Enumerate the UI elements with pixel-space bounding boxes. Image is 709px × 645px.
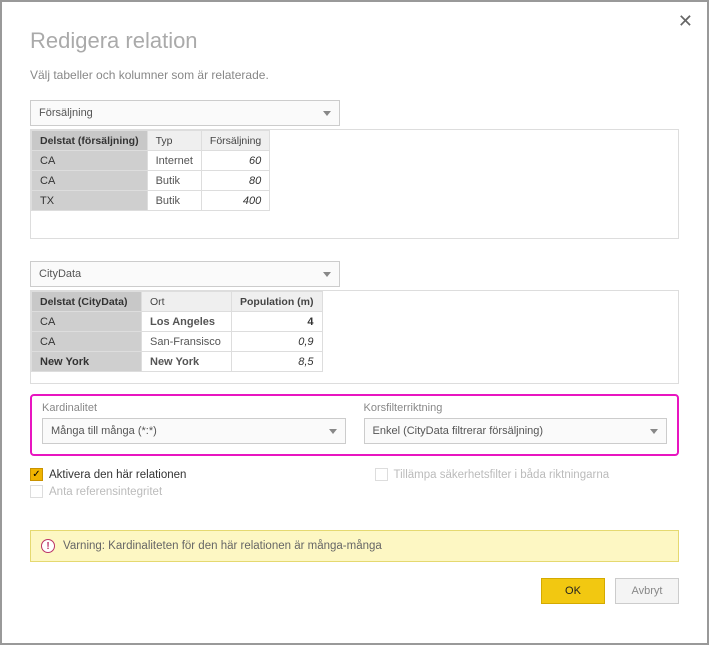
col-header[interactable]: Delstat (CityData) (32, 292, 142, 312)
dialog-buttons: OK Avbryt (30, 578, 679, 604)
crossfilter-value: Enkel (CityData filtrerar försäljning) (373, 425, 544, 437)
col-header[interactable]: Försäljning (201, 131, 269, 151)
edit-relationship-dialog: ✕ Redigera relation Välj tabeller och ko… (2, 2, 707, 643)
chevron-down-icon (323, 272, 331, 277)
checkbox-icon (375, 468, 388, 481)
table2-grid: Delstat (CityData) Ort Population (m) CA… (31, 291, 323, 372)
table1-select[interactable]: Försäljning (30, 100, 340, 126)
security-filter-checkbox: Tillämpa säkerhetsfilter i båda riktning… (375, 468, 680, 481)
checkbox-icon (30, 485, 43, 498)
table2-select[interactable]: CityData (30, 261, 340, 287)
col-header[interactable]: Delstat (försäljning) (32, 131, 148, 151)
dialog-title: Redigera relation (30, 28, 679, 54)
warning-icon: ! (41, 539, 55, 553)
table-header-row: Delstat (försäljning) Typ Försäljning (32, 131, 270, 151)
table1-select-value: Försäljning (39, 107, 93, 119)
cardinality-warning: ! Varning: Kardinaliteten för den här re… (30, 530, 679, 562)
table-row: CA San-Fransisco 0,9 (32, 332, 323, 352)
table-row: CA Internet 60 (32, 151, 270, 171)
close-button[interactable]: ✕ (678, 12, 693, 30)
warning-text: Varning: Kardinaliteten för den här rela… (63, 540, 382, 552)
checkbox-icon: ✓ (30, 468, 43, 481)
table-row: CA Los Angeles 4 (32, 312, 323, 332)
dialog-subtitle: Välj tabeller och kolumner som är relate… (30, 68, 679, 82)
table2-preview: Delstat (CityData) Ort Population (m) CA… (30, 290, 679, 384)
col-header[interactable]: Ort (142, 292, 232, 312)
crossfilter-select[interactable]: Enkel (CityData filtrerar försäljning) (364, 418, 668, 444)
col-header[interactable]: Population (m) (232, 292, 323, 312)
options-row: ✓ Aktivera den här relationen Anta refer… (30, 464, 679, 502)
ok-button[interactable]: OK (541, 578, 605, 604)
referential-integrity-checkbox: Anta referensintegritet (30, 485, 335, 498)
cancel-button[interactable]: Avbryt (615, 578, 679, 604)
table-row: New York New York 8,5 (32, 352, 323, 372)
col-header[interactable]: Typ (147, 131, 201, 151)
table-header-row: Delstat (CityData) Ort Population (m) (32, 292, 323, 312)
cardinality-select[interactable]: Många till många (*:*) (42, 418, 346, 444)
chevron-down-icon (650, 429, 658, 434)
cardinality-value: Många till många (*:*) (51, 425, 157, 437)
table2-select-value: CityData (39, 268, 81, 280)
table1-grid: Delstat (försäljning) Typ Försäljning CA… (31, 130, 270, 211)
chevron-down-icon (323, 111, 331, 116)
table1-preview: Delstat (försäljning) Typ Försäljning CA… (30, 129, 679, 239)
cardinality-label: Kardinalitet (42, 402, 346, 414)
table-row: TX Butik 400 (32, 191, 270, 211)
chevron-down-icon (329, 429, 337, 434)
activate-relationship-checkbox[interactable]: ✓ Aktivera den här relationen (30, 468, 335, 481)
crossfilter-label: Korsfilterriktning (364, 402, 668, 414)
table-row: CA Butik 80 (32, 171, 270, 191)
relationship-settings-highlight: Kardinalitet Många till många (*:*) Kors… (30, 394, 679, 456)
